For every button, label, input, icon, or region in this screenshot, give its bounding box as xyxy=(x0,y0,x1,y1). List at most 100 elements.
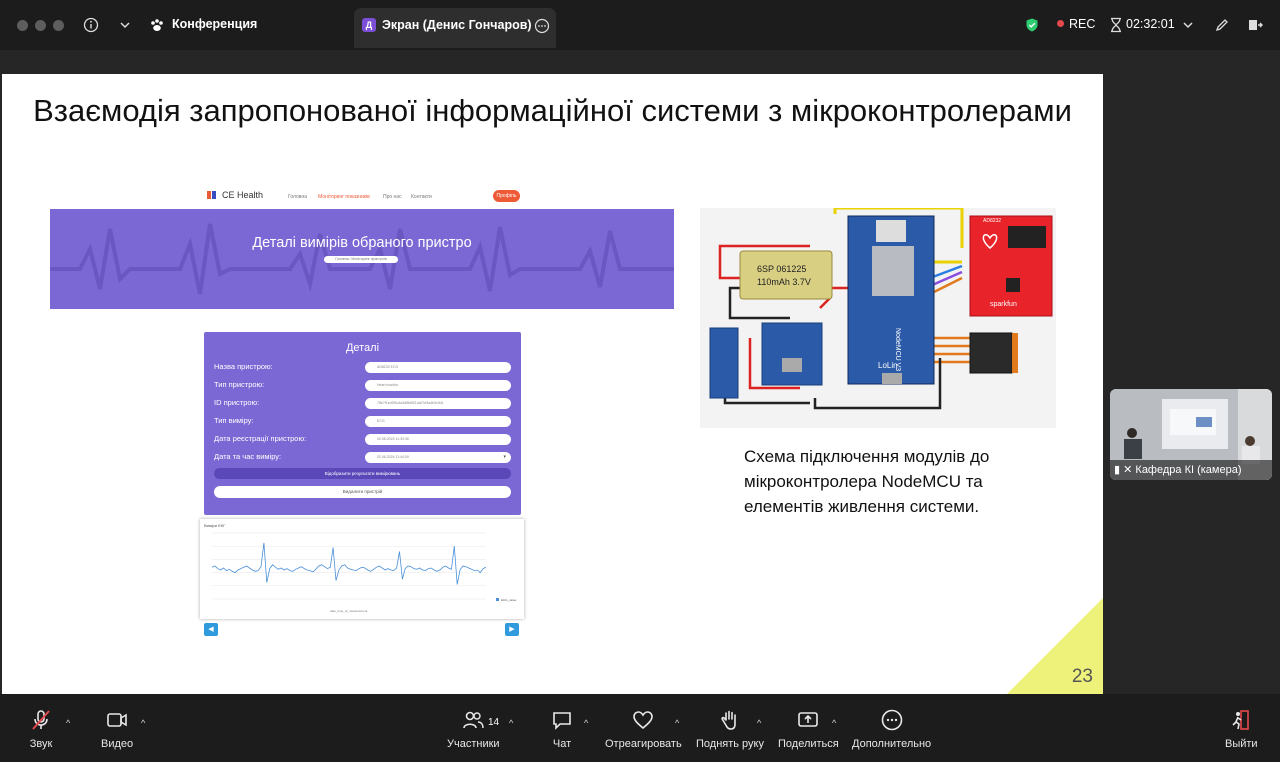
timer-chevron-down-icon[interactable] xyxy=(1177,14,1199,36)
exit-fullscreen-icon[interactable] xyxy=(1244,14,1266,36)
board-sub: LoLin xyxy=(878,361,898,370)
chart-title: Виміри ЕКГ xyxy=(204,523,226,528)
legend-swatch xyxy=(496,598,499,601)
participants-button[interactable]: Участники xyxy=(447,708,500,750)
share-label: Поделиться xyxy=(778,738,839,750)
chart-x-label: date_time_of_measurement xyxy=(330,609,368,613)
field-measurement-datetime: 02.06.2024 11:44:09 ▾ xyxy=(365,452,511,463)
more-dots-icon xyxy=(881,709,902,731)
battery-label-2: 110mAh 3.7V xyxy=(757,277,811,287)
field-label: Дата реєстрації пристрою: xyxy=(214,434,307,443)
field-label: Тип пристрою: xyxy=(214,380,265,389)
participants-chevron-up-icon[interactable]: ^ xyxy=(509,718,513,728)
react-button[interactable]: Отреагировать xyxy=(605,708,682,750)
details-title: Деталі xyxy=(345,342,380,354)
webpage-navbar: CE Health Головна Моніторинг показників … xyxy=(50,184,674,209)
mic-muted-icon: ✕ xyxy=(1123,464,1133,476)
shared-screen-area: Взаємодія запропонованої інформаційної с… xyxy=(0,50,1280,747)
mic-muted-icon xyxy=(32,710,50,730)
info-icon[interactable] xyxy=(80,14,102,36)
field-label: Дата та час виміру: xyxy=(214,452,282,461)
participant-name-label: ▮ ✕ Кафедра КІ (камера) xyxy=(1110,460,1272,480)
share-screen-icon xyxy=(798,712,819,727)
ecg-chart: Виміри ЕКГ date_time_of_measurement ECG_va… xyxy=(204,523,517,613)
window-close-button[interactable] xyxy=(17,20,28,31)
meeting-timer[interactable]: 02:32:01 xyxy=(1126,17,1175,31)
delete-device-button: Видалити пристрій xyxy=(214,486,511,498)
recording-indicator[interactable]: REC xyxy=(1057,17,1095,31)
leave-label: Выйти xyxy=(1225,738,1258,750)
meeting-label[interactable]: Конференция xyxy=(172,17,257,31)
audio-button[interactable]: Звук xyxy=(29,708,53,750)
leave-door-icon xyxy=(1232,710,1250,730)
chevron-down-icon[interactable] xyxy=(114,14,136,36)
device-details-card: Деталі Назва пристрою: AD8232 ECG Тип пр… xyxy=(204,332,521,515)
raise-hand-button[interactable]: Поднять руку xyxy=(696,708,764,750)
participants-icon xyxy=(463,711,484,729)
hand-icon xyxy=(721,710,736,730)
chat-label: Чат xyxy=(552,738,572,750)
video-label: Видео xyxy=(101,738,134,750)
hero-title: Деталі вимірів обраного пристро xyxy=(252,235,472,251)
video-button[interactable]: Видео xyxy=(101,708,133,750)
nav-link-about: Про нас xyxy=(383,194,402,200)
shared-screen-tab[interactable]: Д Экран (Денис Гончаров) xyxy=(354,8,556,48)
presentation-slide: Взаємодія запропонованої інформаційної с… xyxy=(2,74,1103,694)
participants-count: 14 xyxy=(488,717,500,728)
leave-button[interactable]: Выйти xyxy=(1225,708,1258,750)
react-label: Отреагировать xyxy=(605,738,682,750)
video-camera-icon xyxy=(107,713,127,727)
audio-chevron-up-icon[interactable]: ^ xyxy=(66,718,70,728)
ecg-chart-panel: Виміри ЕКГ date_time_of_measurement ECG_va… xyxy=(200,519,524,619)
audio-label: Звук xyxy=(29,738,53,750)
share-button[interactable]: Поделиться xyxy=(778,708,839,750)
meeting-paw-icon xyxy=(146,14,168,36)
field-device-id: 78e7f1ed2f9c4a3d8b6f21ca07e5a4b3c9d1 xyxy=(365,398,511,409)
field-label: Назва пристрою: xyxy=(214,362,273,371)
field-label: ID пристрою: xyxy=(214,398,260,407)
video-chevron-up-icon[interactable]: ^ xyxy=(141,718,145,728)
field-device-type: Heart monitor xyxy=(365,380,511,391)
field-registration-date: 02.06.2024 11:33:36 xyxy=(365,434,511,445)
nav-link-home: Головна xyxy=(288,194,307,200)
next-arrow-icon: ▶ xyxy=(505,623,519,636)
chat-button[interactable]: Чат xyxy=(550,708,574,750)
hero-breadcrumb: Головна / Моніторинг пристроїв xyxy=(324,256,398,263)
participant-name: Кафедра КІ (камера) xyxy=(1135,464,1242,476)
logo-icon xyxy=(207,191,216,199)
shared-screen-label: Экран (Денис Гончаров) xyxy=(382,18,532,32)
schematic-drawing: 6SP 061225 110mAh 3.7V NodeMCU V3 LoLin xyxy=(709,206,1053,410)
schematic-caption: Схема підключення модулів до мікроконтро… xyxy=(744,447,990,516)
react-chevron-up-icon[interactable]: ^ xyxy=(675,718,679,728)
field-device-name: AD8232 ECG xyxy=(365,362,511,373)
hourglass-icon xyxy=(1105,14,1127,36)
battery-label-1: 6SP 061225 xyxy=(757,264,806,274)
more-options-icon[interactable] xyxy=(531,15,553,37)
select-chevron-icon: ▾ xyxy=(503,454,506,460)
slide-title: Взаємодія запропонованої інформаційної с… xyxy=(33,93,1072,128)
participant-video-tile[interactable]: ▮ ✕ Кафедра КІ (камера) xyxy=(1110,389,1272,480)
prev-arrow-icon: ◀ xyxy=(204,623,218,636)
more-button[interactable]: Дополнительно xyxy=(852,708,931,750)
annotate-pencil-icon[interactable] xyxy=(1211,14,1233,36)
nav-link-monitoring: Моніторинг показників xyxy=(318,194,370,200)
presenter-avatar: Д xyxy=(362,18,376,32)
sensor-brand: sparkfun xyxy=(990,301,1017,308)
window-titlebar: Конференция Д Экран (Денис Гончаров) REC… xyxy=(0,0,1280,50)
webpage-logo: CE Health xyxy=(222,190,264,200)
legend-label: ECG_value xyxy=(501,598,517,602)
share-chevron-up-icon[interactable]: ^ xyxy=(832,718,836,728)
window-minimize-button[interactable] xyxy=(35,20,46,31)
field-label: Тип виміру: xyxy=(214,416,254,425)
shield-check-icon[interactable] xyxy=(1021,14,1043,36)
heart-icon xyxy=(633,711,654,730)
raise-hand-chevron-up-icon[interactable]: ^ xyxy=(757,718,761,728)
signal-bars-icon: ▮ xyxy=(1114,464,1121,476)
window-maximize-button[interactable] xyxy=(53,20,64,31)
raise-hand-label: Поднять руку xyxy=(696,738,764,750)
meeting-toolbar: Звук ^ Видео ^ Участники 14 ^ Чат ^ Отре… xyxy=(0,694,1280,762)
measurement-datetime-value: 02.06.2024 11:44:09 xyxy=(377,455,409,459)
wiring-schematic: 6SP 061225 110mAh 3.7V NodeMCU V3 LoLin xyxy=(700,206,1056,428)
chat-chevron-up-icon[interactable]: ^ xyxy=(584,718,588,728)
chat-bubble-icon xyxy=(553,712,571,730)
